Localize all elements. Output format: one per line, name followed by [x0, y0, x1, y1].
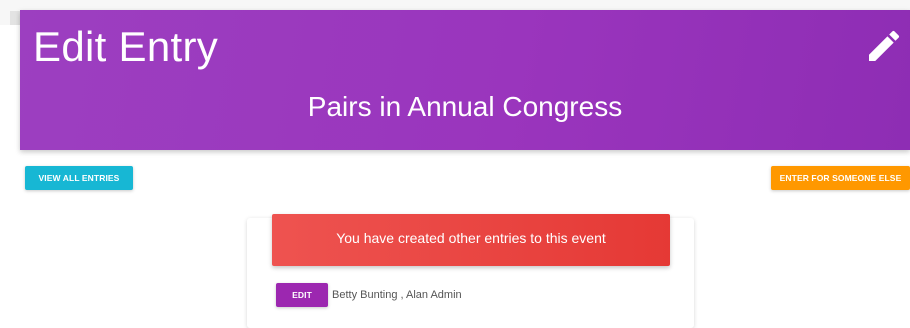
page-header: Edit Entry Pairs in Annual Congress: [20, 10, 910, 150]
view-all-entries-button[interactable]: VIEW ALL ENTRIES: [25, 166, 133, 190]
enter-for-someone-else-button[interactable]: ENTER FOR SOMEONE ELSE: [771, 166, 910, 190]
page-title: Edit Entry: [33, 23, 219, 70]
entry-row: EDIT Betty Bunting , Alan Admin: [276, 283, 462, 307]
pencil-icon[interactable]: [864, 26, 904, 66]
tab-stub: [10, 11, 20, 25]
event-title: Pairs in Annual Congress: [307, 91, 623, 122]
existing-entries-alert: You have created other entries to this e…: [272, 214, 670, 266]
entry-players: Betty Bunting , Alan Admin: [332, 289, 462, 301]
edit-entry-button[interactable]: EDIT: [276, 283, 328, 307]
